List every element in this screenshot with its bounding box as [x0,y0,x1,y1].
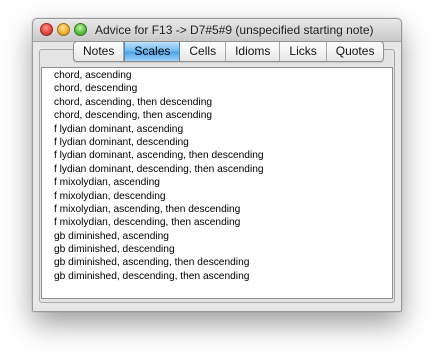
scales-list[interactable]: chord, ascending chord, descending chord… [41,67,393,299]
list-item[interactable]: gb diminished, descending, then ascendin… [42,270,392,283]
close-button[interactable] [40,23,53,36]
list-item[interactable]: f lydian dominant, ascending, then desce… [42,149,392,162]
list-item[interactable]: f lydian dominant, descending, then asce… [42,163,392,176]
list-item[interactable]: gb diminished, descending [42,243,392,256]
tab-scales[interactable]: Scales [124,42,181,61]
advice-window: Advice for F13 -> D7#5#9 (unspecified st… [32,18,402,312]
tab-licks[interactable]: Licks [280,42,327,61]
zoom-button[interactable] [74,23,87,36]
tab-idioms[interactable]: Idioms [226,42,281,61]
tab-cells[interactable]: Cells [180,42,227,61]
tab-quotes[interactable]: Quotes [327,42,384,61]
minimize-button[interactable] [57,23,70,36]
list-item[interactable]: f mixolydian, ascending [42,176,392,189]
tab-bar: Notes Scales Cells Idioms Licks Quotes [73,41,385,62]
list-item[interactable]: chord, ascending, then descending [42,96,392,109]
list-item[interactable]: f mixolydian, descending, then ascending [42,216,392,229]
title-bar[interactable]: Advice for F13 -> D7#5#9 (unspecified st… [33,19,401,42]
list-item[interactable]: f lydian dominant, descending [42,136,392,149]
list-item[interactable]: chord, descending, then ascending [42,109,392,122]
list-item[interactable]: gb diminished, ascending [42,230,392,243]
tab-notes[interactable]: Notes [74,42,125,61]
list-item[interactable]: chord, descending [42,82,392,95]
list-item[interactable]: gb diminished, ascending, then descendin… [42,256,392,269]
window-title: Advice for F13 -> D7#5#9 (unspecified st… [95,23,374,37]
list-item[interactable]: f lydian dominant, ascending [42,123,392,136]
list-item[interactable]: chord, ascending [42,69,392,82]
list-item[interactable]: f mixolydian, ascending, then descending [42,203,392,216]
list-item[interactable]: f mixolydian, descending [42,190,392,203]
